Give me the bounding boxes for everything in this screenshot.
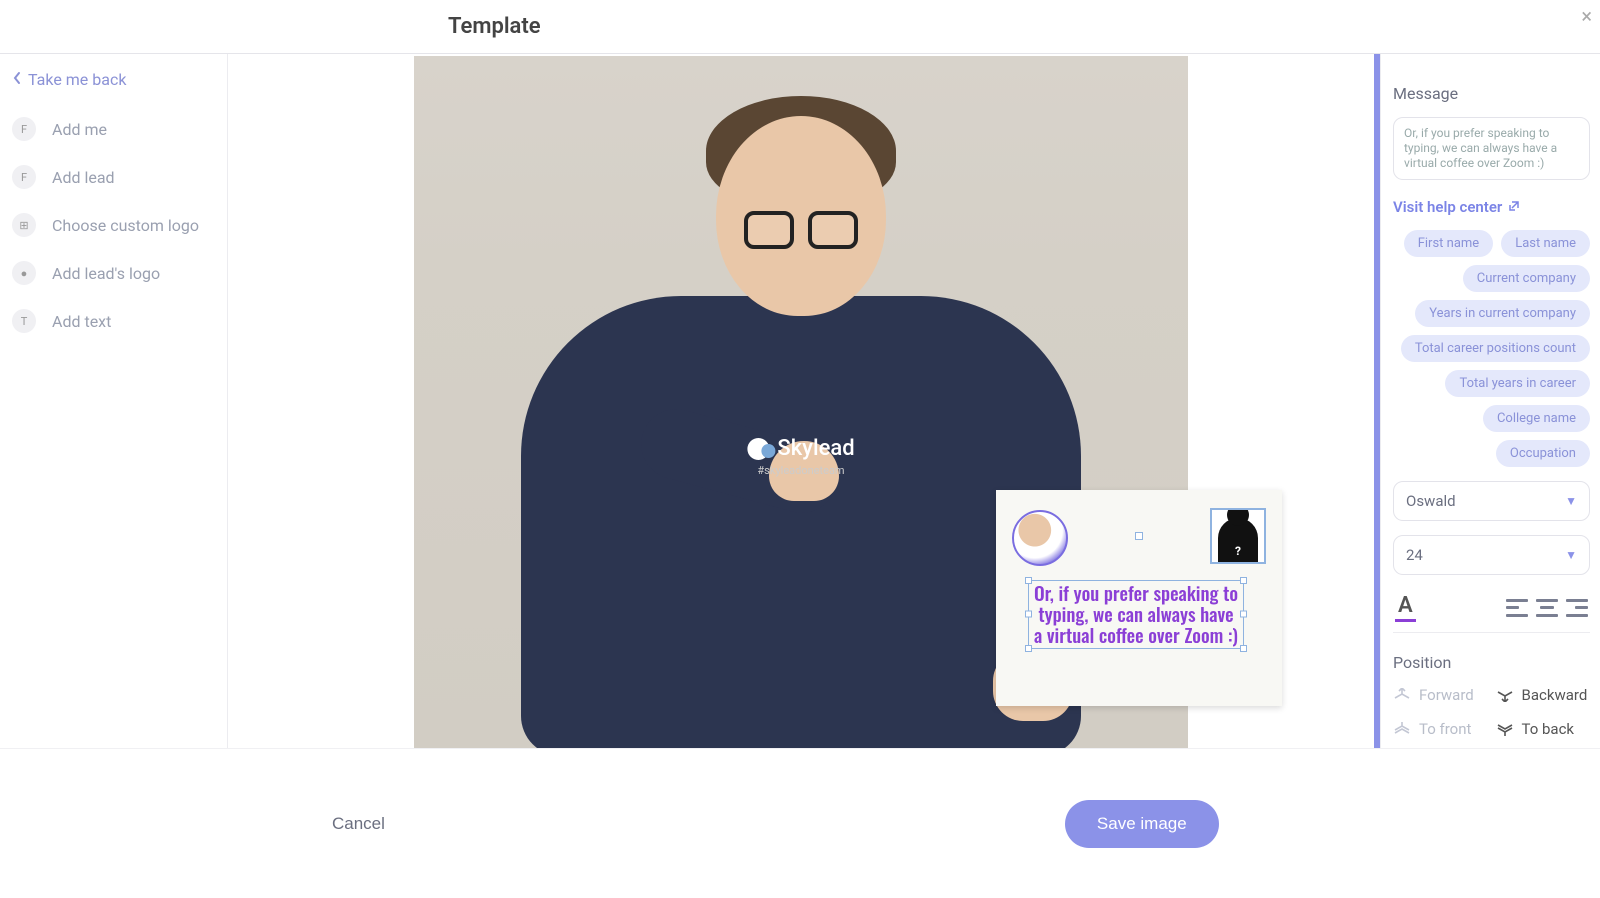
resize-handle[interactable] xyxy=(1240,611,1247,618)
image-icon: ⊞ xyxy=(12,213,36,237)
send-backward-icon xyxy=(1496,688,1514,702)
chip-occupation[interactable]: Occupation xyxy=(1496,440,1590,467)
canvas-area: Skylead #skyleadoneteam Or, if you prefe… xyxy=(228,54,1374,748)
send-to-back-icon xyxy=(1496,722,1514,736)
hoodie-logo-sub: #skyleadoneteam xyxy=(757,464,844,477)
hoodie-logo-text: Skylead xyxy=(777,436,854,461)
left-sidebar: Take me back F Add me F Add lead ⊞ Choos… xyxy=(0,54,228,748)
font-size-select[interactable]: 24 ▼ xyxy=(1393,535,1590,575)
template-canvas[interactable]: Skylead #skyleadoneteam Or, if you prefe… xyxy=(414,56,1188,748)
external-link-icon xyxy=(1508,200,1520,215)
sidebar-item-label: Add me xyxy=(52,120,107,139)
chevron-down-icon: ▼ xyxy=(1565,494,1577,508)
logo-icon: ● xyxy=(12,261,36,285)
position-forward-button[interactable]: Forward xyxy=(1393,686,1488,704)
chip-current-company[interactable]: Current company xyxy=(1463,265,1590,292)
pos-label: Forward xyxy=(1419,686,1474,704)
person-icon: F xyxy=(12,165,36,189)
position-label: Position xyxy=(1393,653,1590,672)
variable-chips: First name Last name Current company Yea… xyxy=(1393,230,1590,467)
sidebar-item-add-lead[interactable]: F Add lead xyxy=(12,159,215,195)
text-element-selected[interactable]: Or, if you prefer speaking to typing, we… xyxy=(1028,580,1244,649)
align-right-button[interactable] xyxy=(1566,599,1588,617)
font-family-value: Oswald xyxy=(1406,492,1456,510)
chip-positions-count[interactable]: Total career positions count xyxy=(1401,335,1590,362)
hoodie-logo: Skylead xyxy=(747,436,854,461)
skylead-logo-icon xyxy=(747,438,769,460)
back-link-label: Take me back xyxy=(28,70,126,89)
sidebar-item-add-text[interactable]: T Add text xyxy=(12,303,215,339)
sidebar-item-choose-logo[interactable]: ⊞ Choose custom logo xyxy=(12,207,215,243)
text-color-button[interactable]: A xyxy=(1395,593,1416,622)
chip-college[interactable]: College name xyxy=(1483,405,1590,432)
properties-panel: Message Or, if you prefer speaking to ty… xyxy=(1380,54,1600,748)
font-size-value: 24 xyxy=(1406,546,1423,564)
position-to-front-button[interactable]: To front xyxy=(1393,720,1488,738)
text-toolbar: A xyxy=(1393,589,1590,633)
resize-handle[interactable] xyxy=(1025,611,1032,618)
bring-forward-icon xyxy=(1393,688,1411,702)
chip-total-years[interactable]: Total years in career xyxy=(1445,370,1590,397)
sidebar-item-label: Add text xyxy=(52,312,111,331)
sidebar-item-add-me[interactable]: F Add me xyxy=(12,111,215,147)
message-label: Message xyxy=(1393,84,1590,103)
page-title: Template xyxy=(448,14,541,39)
lead-avatar-placeholder[interactable] xyxy=(1210,508,1266,564)
save-image-button[interactable]: Save image xyxy=(1065,800,1219,848)
sidebar-item-label: Add lead's logo xyxy=(52,264,160,283)
resize-handle[interactable] xyxy=(1025,645,1032,652)
font-family-select[interactable]: Oswald ▼ xyxy=(1393,481,1590,521)
cancel-button[interactable]: Cancel xyxy=(332,814,385,834)
resize-handle[interactable] xyxy=(1025,577,1032,584)
sidebar-item-label: Add lead xyxy=(52,168,115,187)
message-input[interactable]: Or, if you prefer speaking to typing, we… xyxy=(1393,117,1590,180)
help-center-link[interactable]: Visit help center xyxy=(1393,198,1590,216)
sidebar-item-label: Choose custom logo xyxy=(52,216,199,235)
back-link[interactable]: Take me back xyxy=(12,70,215,89)
pos-label: To back xyxy=(1522,720,1575,738)
footer-bar: Cancel Save image xyxy=(0,748,1600,898)
held-card: Or, if you prefer speaking to typing, we… xyxy=(996,490,1282,706)
chevron-left-icon xyxy=(12,70,22,89)
align-center-button[interactable] xyxy=(1536,599,1558,617)
chip-first-name[interactable]: First name xyxy=(1404,230,1493,257)
chip-last-name[interactable]: Last name xyxy=(1501,230,1590,257)
resize-handle[interactable] xyxy=(1240,645,1247,652)
chip-years-company[interactable]: Years in current company xyxy=(1415,300,1590,327)
sidebar-item-lead-logo[interactable]: ● Add lead's logo xyxy=(12,255,215,291)
pos-label: Backward xyxy=(1522,686,1588,704)
silhouette-icon xyxy=(1218,518,1258,562)
chevron-down-icon: ▼ xyxy=(1565,548,1577,562)
resize-handle[interactable] xyxy=(1135,532,1143,540)
pos-label: To front xyxy=(1419,720,1471,738)
position-to-back-button[interactable]: To back xyxy=(1496,720,1591,738)
resize-handle[interactable] xyxy=(1240,577,1247,584)
align-left-button[interactable] xyxy=(1506,599,1528,617)
text-icon: T xyxy=(12,309,36,333)
text-element-content: Or, if you prefer speaking to typing, we… xyxy=(1034,579,1238,649)
bring-to-front-icon xyxy=(1393,722,1411,736)
position-backward-button[interactable]: Backward xyxy=(1496,686,1591,704)
close-icon[interactable]: × xyxy=(1581,4,1592,28)
me-avatar[interactable] xyxy=(1012,510,1068,566)
help-link-label: Visit help center xyxy=(1393,198,1502,216)
person-icon: F xyxy=(12,117,36,141)
